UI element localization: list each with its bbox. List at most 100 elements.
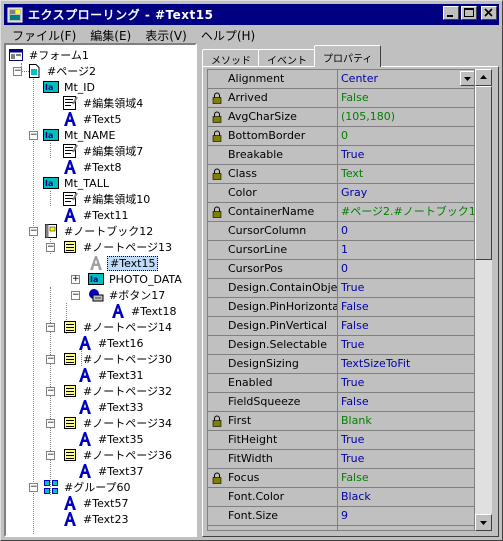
collapse-toggle[interactable]: − [29, 227, 38, 236]
property-row[interactable]: FitHeight True [208, 431, 474, 450]
property-value[interactable]: Blank [338, 412, 474, 430]
menu-view[interactable]: 表示(V) [137, 27, 193, 44]
property-row[interactable]: Class Text [208, 165, 474, 184]
tab-methods[interactable]: メソッド [202, 49, 260, 67]
tree-item[interactable]: #編集領域10 [62, 191, 152, 207]
property-row[interactable]: CursorPos 0 [208, 260, 474, 279]
tree-item[interactable]: #Text37 [77, 463, 145, 479]
dropdown-button[interactable] [460, 71, 474, 86]
property-row[interactable]: AvgCharSize (105,180) [208, 108, 474, 127]
property-value[interactable]: 1 [338, 241, 474, 259]
property-row[interactable]: Focus False [208, 469, 474, 488]
property-row[interactable]: Alignment Center [208, 70, 474, 89]
property-row[interactable]: Font.Style Font.Attrib.Bold [208, 526, 474, 530]
tree-item[interactable]: #Text5 [62, 111, 123, 127]
property-value[interactable]: #ページ2.#ノートブック12.#ノート [338, 203, 474, 221]
tree-item[interactable]: #ページ2 [26, 63, 98, 79]
property-value[interactable]: Gray [338, 184, 474, 202]
property-value[interactable]: TextSizeToFit [338, 355, 474, 373]
close-button[interactable] [481, 6, 497, 20]
collapse-toggle[interactable]: − [46, 355, 55, 364]
collapse-toggle[interactable]: − [29, 131, 38, 140]
property-row[interactable]: Font.Color Black [208, 488, 474, 507]
property-value[interactable]: Center [338, 70, 474, 88]
property-value[interactable]: 0 [338, 260, 474, 278]
tree-item[interactable]: #ノートページ34 [62, 415, 174, 431]
object-tree[interactable]: #フォーム1 − #ページ2 − Ia Mt_ID #編集領域4 #Text5 … [4, 43, 197, 537]
title-bar[interactable]: エクスプローリング - #Text15 [4, 4, 499, 25]
property-row[interactable]: ContainerName #ページ2.#ノートブック12.#ノート [208, 203, 474, 222]
property-value[interactable]: True [338, 374, 474, 392]
property-value[interactable]: Black [338, 488, 474, 506]
property-row[interactable]: BottomBorder 0 [208, 127, 474, 146]
tree-item[interactable]: #Text11 [62, 207, 130, 223]
property-row[interactable]: Breakable True [208, 146, 474, 165]
maximize-button[interactable] [461, 6, 477, 20]
tree-item[interactable]: #Text23 [62, 511, 130, 527]
collapse-toggle[interactable]: − [46, 243, 55, 252]
property-row[interactable]: Arrived False [208, 89, 474, 108]
collapse-toggle[interactable]: − [13, 67, 22, 76]
property-value[interactable]: 0 [338, 222, 474, 240]
tree-item[interactable]: #ボタン17 [88, 287, 167, 303]
property-value[interactable]: False [338, 89, 474, 107]
tree-item[interactable]: Ia Mt_TALL [43, 175, 111, 191]
vertical-scrollbar[interactable] [475, 69, 492, 531]
tree-item[interactable]: #ノートページ32 [62, 383, 174, 399]
menu-edit[interactable]: 編集(E) [82, 27, 137, 44]
pane-splitter[interactable] [197, 43, 201, 537]
tree-item[interactable]: #グループ60 [43, 479, 133, 495]
tree-item[interactable]: #ノートページ30 [62, 351, 174, 367]
scroll-thumb[interactable] [475, 86, 492, 260]
property-value[interactable]: (105,180) [338, 108, 474, 126]
collapse-toggle[interactable]: − [29, 483, 38, 492]
menu-help[interactable]: ヘルプ(H) [193, 27, 261, 44]
tab-events[interactable]: イベント [258, 49, 316, 67]
tree-item[interactable]: #Text18 [110, 303, 178, 319]
tree-item-selected[interactable]: #Text15 [88, 255, 159, 271]
tree-item[interactable]: Ia Mt_ID [43, 79, 97, 95]
property-value[interactable]: False [338, 469, 474, 487]
property-row[interactable]: CursorLine 1 [208, 241, 474, 260]
property-value[interactable]: True [338, 450, 474, 468]
tree-item[interactable]: #Text16 [77, 335, 145, 351]
property-row[interactable]: FieldSqueeze False [208, 393, 474, 412]
property-value[interactable]: True [338, 146, 474, 164]
property-grid[interactable]: Alignment Center Arrived False AvgCharSize (1… [207, 69, 475, 531]
property-value[interactable]: 0 [338, 127, 474, 145]
tree-item[interactable]: #ノートページ13 [62, 239, 174, 255]
property-row[interactable]: Design.PinHorizontal False [208, 298, 474, 317]
property-value[interactable]: Font.Attrib.Bold [338, 526, 474, 530]
collapse-toggle[interactable]: − [71, 291, 80, 300]
property-value[interactable]: 9 [338, 507, 474, 525]
property-row[interactable]: Font.Size 9 [208, 507, 474, 526]
tree-item[interactable]: #Text35 [77, 431, 145, 447]
tree-item[interactable]: Ia PHOTO_DATA [88, 271, 184, 287]
property-row[interactable]: CursorColumn 0 [208, 222, 474, 241]
property-row[interactable]: Design.ContainObject True [208, 279, 474, 298]
tree-item[interactable]: #ノートブック12 [43, 223, 155, 239]
property-row[interactable]: Enabled True [208, 374, 474, 393]
property-value[interactable]: True [338, 431, 474, 449]
property-value[interactable]: False [338, 298, 474, 316]
property-value[interactable]: False [338, 317, 474, 335]
expand-toggle[interactable]: + [71, 275, 80, 284]
tree-item[interactable]: Ia Mt_NAME [43, 127, 118, 143]
tree-item[interactable]: #編集領域4 [62, 95, 145, 111]
tree-item[interactable]: #ノートページ36 [62, 447, 174, 463]
tab-properties[interactable]: プロパティ [314, 45, 382, 67]
scroll-down-button[interactable] [475, 514, 492, 531]
property-row[interactable]: Color Gray [208, 184, 474, 203]
property-row[interactable]: Design.PinVertical False [208, 317, 474, 336]
property-value[interactable]: Text [338, 165, 474, 183]
scroll-up-button[interactable] [475, 69, 492, 86]
property-value[interactable]: True [338, 336, 474, 354]
property-row[interactable]: First Blank [208, 412, 474, 431]
menu-file[interactable]: ファイル(F) [4, 27, 82, 44]
tree-item[interactable]: #編集領域7 [62, 143, 145, 159]
minimize-button[interactable] [443, 6, 459, 20]
collapse-toggle[interactable]: − [46, 323, 55, 332]
property-row[interactable]: DesignSizing TextSizeToFit [208, 355, 474, 374]
property-value[interactable]: False [338, 393, 474, 411]
collapse-toggle[interactable]: − [46, 451, 55, 460]
